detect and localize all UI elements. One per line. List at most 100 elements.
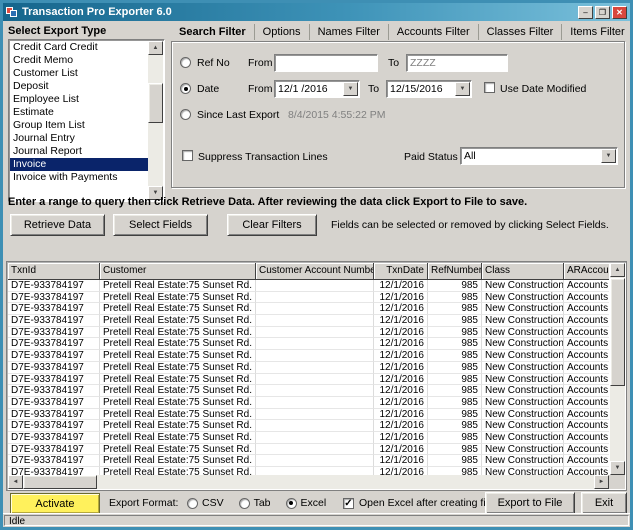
table-row[interactable]: D7E-933784197 Pretell Real Estate:75 Suns… bbox=[8, 291, 609, 304]
cell-customer: Pretell Real Estate:75 Sunset Rd. bbox=[100, 396, 256, 409]
scroll-down-icon[interactable]: ▼ bbox=[610, 461, 625, 475]
table-row[interactable]: D7E-933784197 Pretell Real Estate:75 Suns… bbox=[8, 431, 609, 444]
refno-to-input[interactable] bbox=[406, 54, 508, 72]
column-header-txnid[interactable]: TxnId bbox=[8, 263, 100, 280]
table-row[interactable]: D7E-933784197 Pretell Real Estate:75 Suns… bbox=[8, 420, 609, 432]
format-option-csv[interactable]: CSV bbox=[187, 497, 224, 509]
cell-class: New Construction bbox=[482, 385, 564, 397]
column-header-refnumber[interactable]: RefNumber bbox=[428, 263, 482, 280]
table-row[interactable]: D7E-933784197 Pretell Real Estate:75 Suns… bbox=[8, 338, 609, 351]
list-item-deposit[interactable]: Deposit bbox=[10, 80, 148, 93]
tab-classes-filter[interactable]: Classes Filter bbox=[477, 24, 562, 40]
table-row[interactable]: D7E-933784197 Pretell Real Estate:75 Suns… bbox=[8, 443, 609, 456]
table-row[interactable]: D7E-933784197 Pretell Real Estate:75 Suns… bbox=[8, 280, 609, 292]
tab-items-filter[interactable]: Items Filter bbox=[561, 24, 630, 40]
since-last-export-radio[interactable] bbox=[180, 109, 191, 120]
list-item-estimate[interactable]: Estimate bbox=[10, 106, 148, 119]
table-row[interactable]: D7E-933784197 Pretell Real Estate:75 Suns… bbox=[8, 303, 609, 316]
chevron-down-icon[interactable]: ▼ bbox=[601, 149, 616, 163]
table-row[interactable]: D7E-933784197 Pretell Real Estate:75 Suns… bbox=[8, 326, 609, 339]
export-to-file-button[interactable]: Export to File bbox=[485, 492, 575, 514]
list-item-invoice-with-payments[interactable]: Invoice with Payments bbox=[10, 171, 148, 184]
cell-araccount: Accounts R bbox=[564, 409, 609, 421]
grid-horizontal-scrollbar[interactable]: ◄ ► bbox=[8, 475, 609, 489]
table-row[interactable]: D7E-933784197 Pretell Real Estate:75 Suns… bbox=[8, 350, 609, 362]
suppress-transaction-lines-checkbox[interactable] bbox=[182, 150, 193, 161]
list-item-group-item-list[interactable]: Group Item List bbox=[10, 119, 148, 132]
table-row[interactable]: D7E-933784197 Pretell Real Estate:75 Suns… bbox=[8, 385, 609, 397]
grid-vscroll-thumb[interactable] bbox=[610, 278, 625, 386]
table-row[interactable]: D7E-933784197 Pretell Real Estate:75 Suns… bbox=[8, 315, 609, 327]
date-radio[interactable] bbox=[180, 83, 191, 94]
table-row[interactable]: D7E-933784197 Pretell Real Estate:75 Suns… bbox=[8, 373, 609, 386]
export-format-label: Export Format: bbox=[109, 497, 179, 509]
cell-customer-account-number bbox=[256, 326, 374, 339]
format-radio-excel[interactable] bbox=[285, 497, 297, 509]
list-scrollbar[interactable]: ▲ ▼ bbox=[148, 41, 163, 200]
format-option-excel[interactable]: Excel bbox=[285, 497, 326, 509]
table-row[interactable]: D7E-933784197 Pretell Real Estate:75 Suns… bbox=[8, 361, 609, 374]
table-row[interactable]: D7E-933784197 Pretell Real Estate:75 Suns… bbox=[8, 467, 609, 475]
grid-hscroll-thumb[interactable] bbox=[23, 475, 97, 489]
chevron-down-icon[interactable]: ▼ bbox=[455, 82, 470, 96]
column-header-txndate[interactable]: TxnDate bbox=[374, 263, 428, 280]
cell-customer: Pretell Real Estate:75 Sunset Rd. bbox=[100, 431, 256, 444]
cell-customer-account-number bbox=[256, 420, 374, 432]
list-item-employee-list[interactable]: Employee List bbox=[10, 93, 148, 106]
list-item-journal-entry[interactable]: Journal Entry bbox=[10, 132, 148, 145]
chevron-down-icon[interactable]: ▼ bbox=[343, 82, 358, 96]
column-header-araccount[interactable]: ARAccount bbox=[564, 263, 609, 280]
cell-customer-account-number bbox=[256, 291, 374, 304]
list-item-credit-card-credit[interactable]: Credit Card Credit bbox=[10, 41, 148, 54]
exit-button[interactable]: Exit bbox=[581, 492, 627, 514]
paid-status-combobox[interactable]: All ▼ bbox=[460, 147, 618, 165]
close-icon[interactable]: ✕ bbox=[612, 5, 627, 19]
activate-button[interactable]: Activate bbox=[10, 493, 100, 514]
list-scroll-thumb[interactable] bbox=[148, 83, 163, 123]
date-from-label: From bbox=[248, 83, 273, 95]
minimize-icon[interactable]: – bbox=[578, 5, 593, 19]
list-item-invoice[interactable]: Invoice bbox=[10, 158, 148, 171]
column-header-class[interactable]: Class bbox=[482, 263, 564, 280]
cell-customer-account-number bbox=[256, 467, 374, 475]
cell-refnumber: 985 bbox=[428, 420, 482, 432]
date-to-combobox[interactable]: 12/15/2016 ▼ bbox=[386, 80, 472, 98]
tab-search-filter[interactable]: Search Filter bbox=[171, 24, 254, 40]
tab-options[interactable]: Options bbox=[253, 24, 309, 40]
use-date-modified-checkbox[interactable] bbox=[484, 82, 495, 93]
title-bar[interactable]: Transaction Pro Exporter 6.0 – ❐ ✕ bbox=[3, 3, 630, 21]
scroll-up-icon[interactable]: ▲ bbox=[148, 41, 163, 55]
paid-status-value: All bbox=[464, 150, 476, 162]
select-fields-button[interactable]: Select Fields bbox=[113, 214, 208, 236]
format-radio-csv[interactable] bbox=[187, 497, 198, 509]
table-row[interactable]: D7E-933784197 Pretell Real Estate:75 Suns… bbox=[8, 455, 609, 467]
column-header-customer-account-number[interactable]: Customer Account Number bbox=[256, 263, 374, 280]
cell-txndate: 12/1/2016 bbox=[374, 408, 428, 421]
table-row[interactable]: D7E-933784197 Pretell Real Estate:75 Suns… bbox=[8, 396, 609, 409]
list-item-journal-report[interactable]: Journal Report bbox=[10, 145, 148, 158]
maximize-icon[interactable]: ❐ bbox=[595, 5, 610, 19]
scroll-right-icon[interactable]: ► bbox=[594, 475, 609, 489]
scroll-up-icon[interactable]: ▲ bbox=[610, 263, 625, 277]
column-header-customer[interactable]: Customer bbox=[100, 263, 256, 280]
clear-filters-button[interactable]: Clear Filters bbox=[227, 214, 317, 236]
refno-radio[interactable] bbox=[180, 57, 191, 68]
format-radio-tab[interactable] bbox=[238, 497, 250, 509]
cell-customer-account-number bbox=[256, 303, 374, 316]
grid-scroll-corner bbox=[609, 475, 625, 489]
open-excel-checkbox[interactable]: ✓ bbox=[343, 497, 354, 509]
tab-accounts-filter[interactable]: Accounts Filter bbox=[387, 24, 478, 40]
scroll-left-icon[interactable]: ◄ bbox=[8, 475, 23, 489]
format-option-tab[interactable]: Tab bbox=[238, 497, 271, 509]
cell-customer: Pretell Real Estate:75 Sunset Rd. bbox=[100, 385, 256, 397]
date-from-combobox[interactable]: 12/1 /2016 ▼ bbox=[274, 80, 360, 98]
list-item-customer-list[interactable]: Customer List bbox=[10, 67, 148, 80]
tab-names-filter[interactable]: Names Filter bbox=[308, 24, 388, 40]
refno-from-input[interactable] bbox=[274, 54, 378, 72]
cell-customer-account-number bbox=[256, 350, 374, 362]
retrieve-data-button[interactable]: Retrieve Data bbox=[10, 214, 105, 236]
grid-vertical-scrollbar[interactable]: ▲ ▼ bbox=[610, 263, 625, 475]
cell-txndate: 12/1/2016 bbox=[374, 291, 428, 304]
table-row[interactable]: D7E-933784197 Pretell Real Estate:75 Suns… bbox=[8, 408, 609, 421]
list-item-credit-memo[interactable]: Credit Memo bbox=[10, 54, 148, 67]
